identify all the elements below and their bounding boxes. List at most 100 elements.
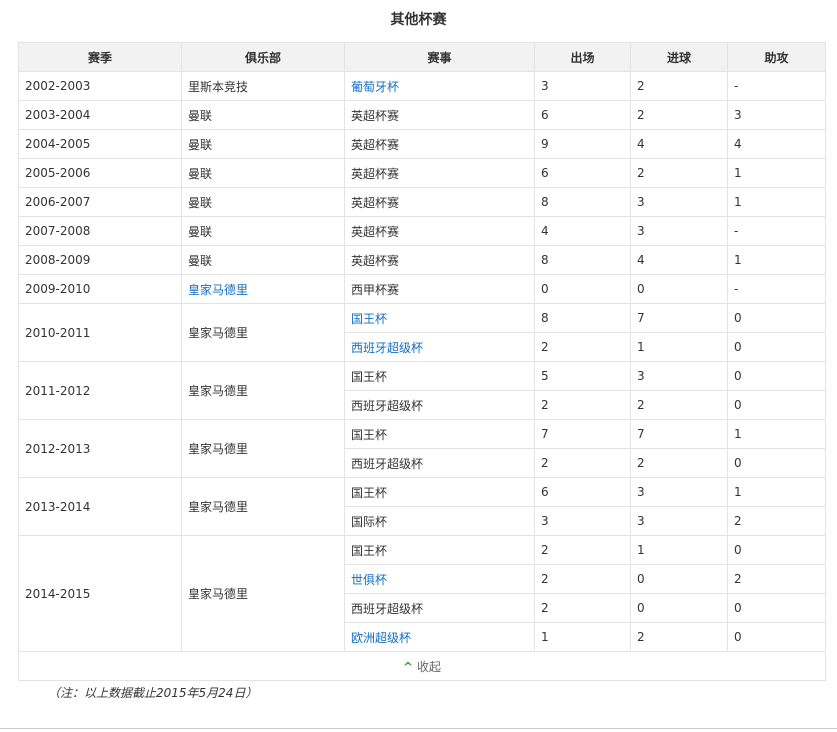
- table-row: 2013-2014皇家马德里国王杯631: [19, 478, 826, 507]
- apps-cell: 2: [541, 456, 549, 470]
- assists-cell: 1: [734, 195, 742, 209]
- table-row: 2006-2007曼联英超杯赛831: [19, 188, 826, 217]
- competition-cell[interactable]: 西班牙超级杯: [351, 341, 423, 355]
- collapse-label: 收起: [417, 660, 441, 674]
- season-cell: 2010-2011: [25, 326, 90, 340]
- goals-cell: 2: [637, 630, 645, 644]
- season-cell: 2011-2012: [25, 384, 90, 398]
- goals-cell: 4: [637, 253, 645, 267]
- club-cell: 皇家马德里: [188, 587, 248, 601]
- goals-cell: 0: [637, 601, 645, 615]
- goals-cell: 2: [637, 398, 645, 412]
- assists-cell: 3: [734, 108, 742, 122]
- assists-cell: 0: [734, 340, 742, 354]
- chevron-up-icon: ^: [403, 660, 413, 674]
- table-header: 赛季 俱乐部 赛事 出场 进球 助攻: [19, 43, 826, 72]
- club-cell: 曼联: [188, 138, 212, 152]
- table-row: 2011-2012皇家马德里国王杯530: [19, 362, 826, 391]
- assists-cell: 0: [734, 601, 742, 615]
- apps-cell: 2: [541, 340, 549, 354]
- assists-cell: 0: [734, 630, 742, 644]
- goals-cell: 1: [637, 543, 645, 557]
- header-club: 俱乐部: [182, 43, 345, 72]
- season-cell: 2012-2013: [25, 442, 90, 456]
- table-row: 2007-2008曼联英超杯赛43-: [19, 217, 826, 246]
- stats-table: 赛季 俱乐部 赛事 出场 进球 助攻 2002-2003里斯本竞技葡萄牙杯32-…: [18, 42, 826, 681]
- assists-cell: 1: [734, 253, 742, 267]
- competition-cell: 国际杯: [351, 515, 387, 529]
- club-cell: 皇家马德里: [188, 442, 248, 456]
- competition-cell: 英超杯赛: [351, 138, 399, 152]
- competition-cell: 英超杯赛: [351, 196, 399, 210]
- header-goals: 进球: [631, 43, 728, 72]
- apps-cell: 2: [541, 572, 549, 586]
- apps-cell: 6: [541, 108, 549, 122]
- table-row: 2010-2011皇家马德里国王杯870: [19, 304, 826, 333]
- competition-cell: 西班牙超级杯: [351, 399, 423, 413]
- competition-cell: 国王杯: [351, 544, 387, 558]
- assists-cell: -: [734, 79, 738, 93]
- table-row: 2009-2010皇家马德里西甲杯赛00-: [19, 275, 826, 304]
- table-row: 2002-2003里斯本竞技葡萄牙杯32-: [19, 72, 826, 101]
- header-season: 赛季: [19, 43, 182, 72]
- competition-cell: 国王杯: [351, 428, 387, 442]
- table-row: 2003-2004曼联英超杯赛623: [19, 101, 826, 130]
- goals-cell: 3: [637, 369, 645, 383]
- apps-cell: 9: [541, 137, 549, 151]
- goals-cell: 4: [637, 137, 645, 151]
- assists-cell: 2: [734, 572, 742, 586]
- club-cell: 皇家马德里: [188, 384, 248, 398]
- collapse-button[interactable]: ^ 收起: [19, 652, 826, 681]
- goals-cell: 2: [637, 79, 645, 93]
- apps-cell: 2: [541, 601, 549, 615]
- season-cell: 2008-2009: [25, 253, 90, 267]
- goals-cell: 2: [637, 108, 645, 122]
- table-row: 2014-2015皇家马德里国王杯210: [19, 536, 826, 565]
- apps-cell: 2: [541, 543, 549, 557]
- header-assists: 助攻: [728, 43, 826, 72]
- divider: [0, 728, 837, 729]
- apps-cell: 5: [541, 369, 549, 383]
- table-row: 2008-2009曼联英超杯赛841: [19, 246, 826, 275]
- competition-cell: 西班牙超级杯: [351, 602, 423, 616]
- competition-cell[interactable]: 国王杯: [351, 312, 387, 326]
- competition-cell[interactable]: 世俱杯: [351, 573, 387, 587]
- club-cell: 曼联: [188, 196, 212, 210]
- assists-cell: 0: [734, 311, 742, 325]
- club-cell[interactable]: 皇家马德里: [188, 283, 248, 297]
- competition-cell[interactable]: 欧洲超级杯: [351, 631, 411, 645]
- goals-cell: 3: [637, 514, 645, 528]
- table-row: 2004-2005曼联英超杯赛944: [19, 130, 826, 159]
- goals-cell: 7: [637, 311, 645, 325]
- club-cell: 曼联: [188, 109, 212, 123]
- assists-cell: 1: [734, 166, 742, 180]
- apps-cell: 7: [541, 427, 549, 441]
- apps-cell: 4: [541, 224, 549, 238]
- assists-cell: 2: [734, 514, 742, 528]
- competition-cell: 国王杯: [351, 486, 387, 500]
- season-cell: 2006-2007: [25, 195, 90, 209]
- competition-cell[interactable]: 葡萄牙杯: [351, 80, 399, 94]
- club-cell: 曼联: [188, 254, 212, 268]
- competition-cell: 英超杯赛: [351, 225, 399, 239]
- competition-cell: 英超杯赛: [351, 254, 399, 268]
- season-cell: 2002-2003: [25, 79, 90, 93]
- apps-cell: 8: [541, 311, 549, 325]
- goals-cell: 3: [637, 224, 645, 238]
- table-row: 2005-2006曼联英超杯赛621: [19, 159, 826, 188]
- assists-cell: 0: [734, 369, 742, 383]
- assists-cell: 4: [734, 137, 742, 151]
- competition-cell: 英超杯赛: [351, 109, 399, 123]
- competition-cell: 国王杯: [351, 370, 387, 384]
- club-cell: 曼联: [188, 167, 212, 181]
- assists-cell: -: [734, 282, 738, 296]
- apps-cell: 8: [541, 195, 549, 209]
- apps-cell: 6: [541, 485, 549, 499]
- season-cell: 2005-2006: [25, 166, 90, 180]
- season-cell: 2013-2014: [25, 500, 90, 514]
- data-note: （注：以上数据截止2015年5月24日）: [48, 684, 257, 701]
- assists-cell: 0: [734, 456, 742, 470]
- apps-cell: 6: [541, 166, 549, 180]
- apps-cell: 3: [541, 514, 549, 528]
- season-cell: 2009-2010: [25, 282, 90, 296]
